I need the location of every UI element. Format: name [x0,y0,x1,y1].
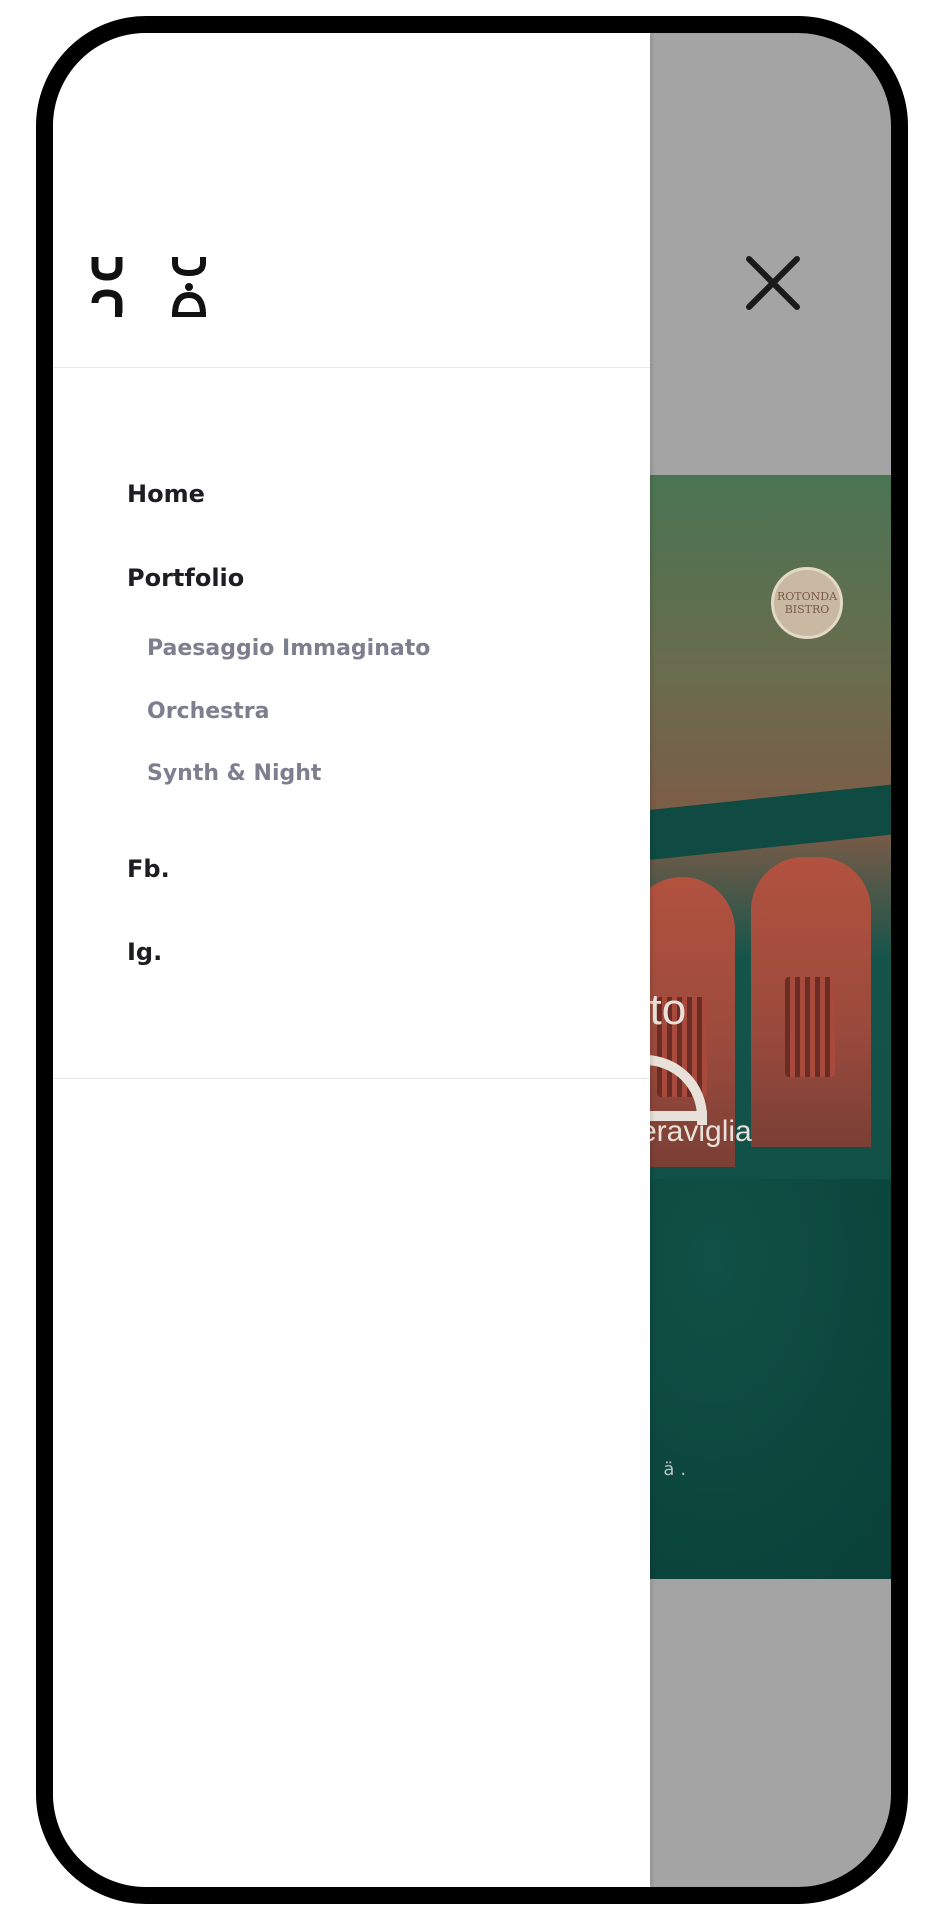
menu-item-home[interactable]: Home [127,480,205,508]
close-icon [746,256,800,310]
hero-banner: ROTONDA BISTRO ato meraviglia v ä. [623,475,891,1579]
hero-crowd-graphic [623,1179,891,1579]
submenu-item-paesaggio-immaginato[interactable]: Paesaggio Immaginato [147,636,430,661]
menu-item-facebook[interactable]: Fb. [127,855,170,883]
menu-item-portfolio[interactable]: Portfolio [127,564,244,592]
close-menu-button[interactable] [743,253,803,313]
menu-item-instagram[interactable]: Ig. [127,938,162,966]
main-menu: Home Portfolio Paesaggio Immaginato Orch… [53,368,650,1079]
hero-arch-graphic [751,857,871,1147]
brand-logo[interactable] [89,253,219,321]
rotonda-bistro-badge: ROTONDA BISTRO [771,567,843,639]
submenu-item-orchestra[interactable]: Orchestra [147,699,269,724]
hero-roof-graphic [623,781,891,863]
submenu-item-synth-night[interactable]: Synth & Night [147,761,321,786]
drawer-header [53,33,650,368]
phone-frame: ROTONDA BISTRO ato meraviglia v ä. Home … [36,16,908,1904]
navigation-drawer: Home Portfolio Paesaggio Immaginato Orch… [53,33,650,1887]
brand-logo-icon [91,257,207,318]
